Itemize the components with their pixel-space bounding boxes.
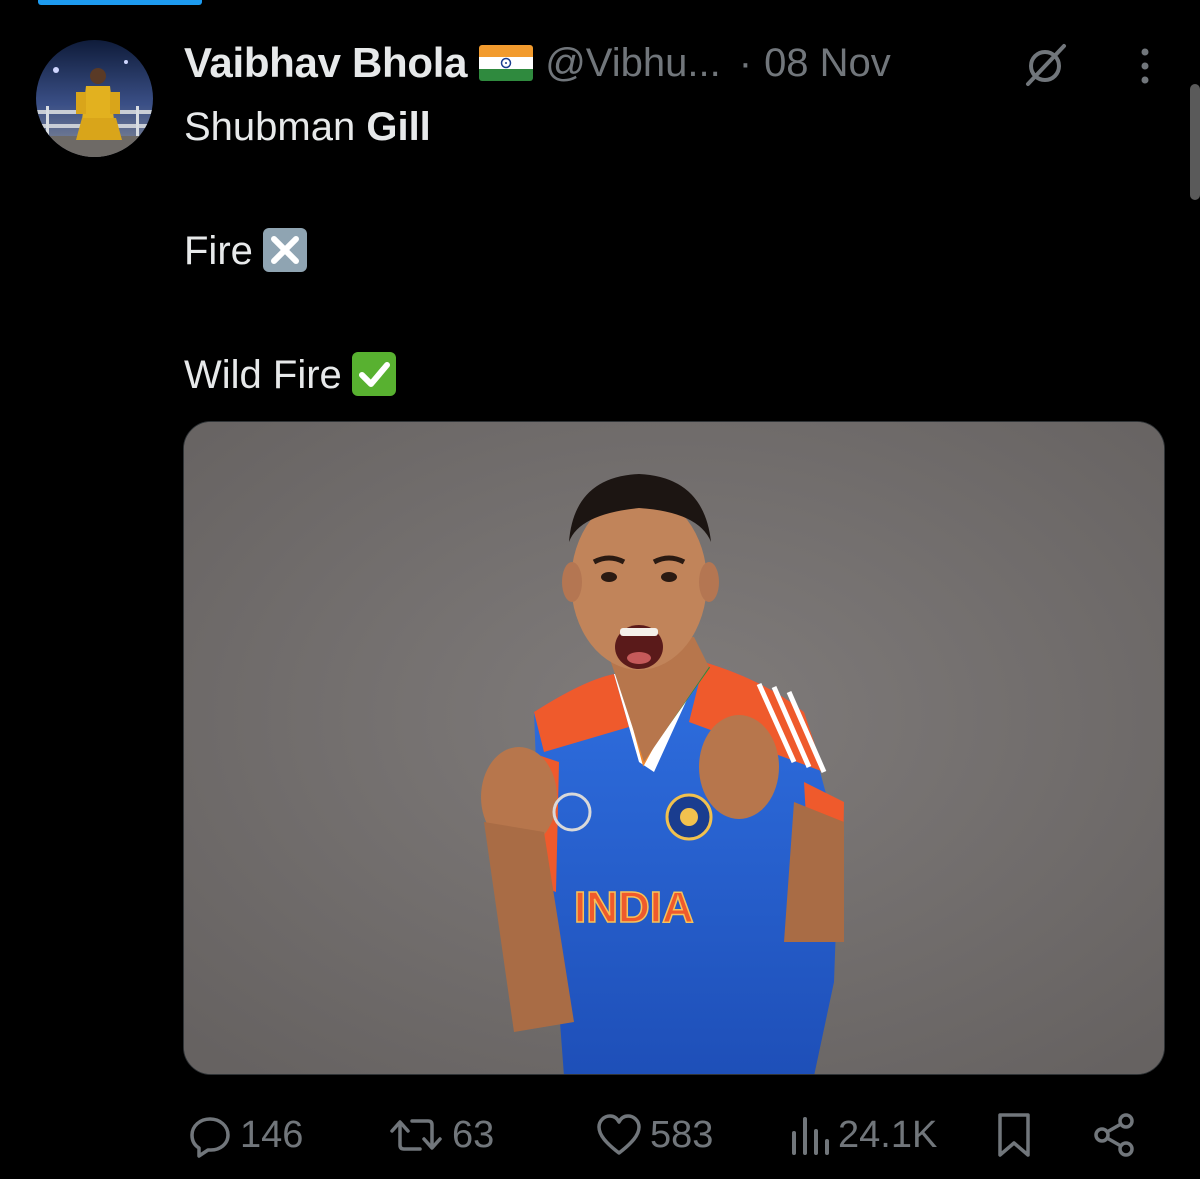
cross-mark-icon: [262, 228, 307, 272]
reply-icon: [190, 1117, 230, 1158]
text-line-2: Fire: [184, 220, 1124, 282]
reply-count: 146: [240, 1113, 304, 1156]
text-blank: [184, 158, 1124, 220]
separator-dot: ·: [738, 40, 753, 85]
tweet-media-image[interactable]: INDIA: [183, 421, 1165, 1075]
tweet-date[interactable]: 08 Nov: [764, 41, 891, 86]
grok-icon[interactable]: [1020, 40, 1070, 90]
like-count: 583: [650, 1113, 714, 1156]
india-flag-icon: [479, 45, 534, 81]
author-handle[interactable]: @Vibhu...: [545, 41, 721, 86]
view-count: 24.1K: [838, 1113, 938, 1156]
author-name[interactable]: Vaibhav Bhola: [184, 39, 468, 87]
tweet-header: Vaibhav Bhola @Vibhu... · 08 Nov: [184, 38, 1160, 88]
reply-button[interactable]: 146: [186, 1105, 303, 1165]
bookmark-button[interactable]: [994, 1105, 1034, 1165]
more-options-icon[interactable]: [1130, 46, 1160, 86]
views-button[interactable]: 24.1K: [788, 1105, 937, 1165]
check-mark-icon: [351, 352, 396, 396]
text-regular: Shubman: [184, 105, 367, 149]
repost-icon: [390, 1119, 442, 1151]
share-icon: [1094, 1113, 1134, 1157]
tweet[interactable]: Vaibhav Bhola @Vibhu... · 08 Nov Shubman…: [0, 0, 1200, 1179]
text-blank: [184, 282, 1124, 344]
repost-count: 63: [452, 1113, 495, 1156]
bookmark-icon: [998, 1113, 1030, 1157]
text-line-1: Shubman Gill: [184, 96, 1124, 158]
text-bold: Gill: [366, 105, 431, 149]
jersey-text: INDIA: [574, 883, 694, 932]
like-button[interactable]: 583: [594, 1105, 713, 1165]
share-button[interactable]: [1090, 1105, 1138, 1165]
heart-icon: [597, 1114, 641, 1155]
text-wild-fire: Wild Fire: [184, 353, 342, 397]
tweet-text: Shubman Gill Fire Wild Fire: [184, 96, 1124, 406]
repost-button[interactable]: 63: [386, 1105, 494, 1165]
tweet-actions: 146 63 583 24.1K: [186, 1105, 1146, 1165]
avatar[interactable]: [36, 40, 153, 157]
text-line-3: Wild Fire: [184, 344, 1124, 406]
text-fire: Fire: [184, 229, 253, 273]
views-icon: [792, 1117, 829, 1155]
